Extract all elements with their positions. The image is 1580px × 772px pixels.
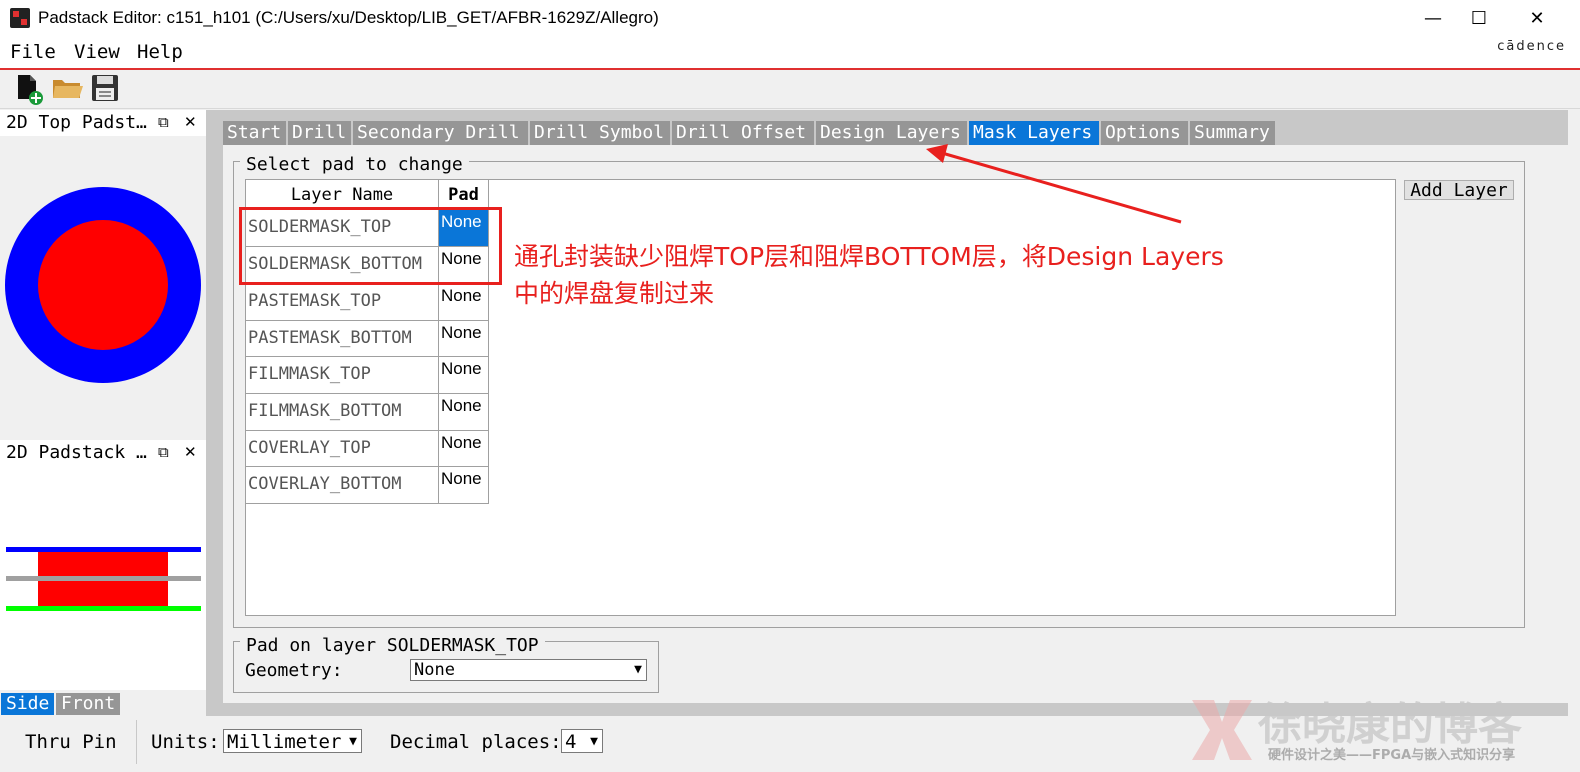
layer-name-cell[interactable]: PASTEMASK_TOP [246,284,439,321]
watermark-logo-icon [1192,700,1252,760]
side-view-title-text: 2D Padstack … [6,442,147,463]
side-view-panel: 2D Padstack … ⧉ ✕ Side Front [0,440,206,716]
tab-front[interactable]: Front [56,693,121,715]
tab-design-layers[interactable]: Design Layers [816,121,967,145]
tab-start[interactable]: Start [223,121,286,145]
top-view-canvas [0,136,206,436]
layer-name-cell[interactable]: PASTEMASK_BOTTOM [246,321,439,357]
tab-drill-offset[interactable]: Drill Offset [672,121,814,145]
pad-cell[interactable]: None [439,431,489,467]
minimize-button[interactable]: — [1410,0,1456,38]
cadence-logo: cādence [1497,39,1566,54]
pad-cell[interactable]: None [439,357,489,394]
close-icon[interactable]: ✕ [184,113,197,131]
splitter[interactable] [206,110,214,716]
watermark-subtitle: 硬件设计之美——FPGA与嵌入式知识分享 [1268,748,1516,763]
units-select-value: Millimeter [227,731,342,753]
menu-bar: File View Help [0,38,1580,70]
right-border [1568,110,1580,716]
menu-help[interactable]: Help [137,41,183,63]
top-view-panel: 2D Top Padst… ⧉ ✕ [0,110,207,436]
layer-name-cell[interactable]: FILMMASK_BOTTOM [246,394,439,431]
layer-name-cell[interactable]: COVERLAY_BOTTOM [246,467,439,504]
decimal-places-label: Decimal places: [390,731,562,753]
close-icon[interactable]: ✕ [184,443,197,461]
header-pad[interactable]: Pad [439,180,489,210]
dropdown-arrow-icon: ▼ [590,734,598,749]
annotation-line-2: 中的焊盘复制过来 [514,279,715,308]
geometry-select-value: None [414,660,455,680]
menu-view[interactable]: View [74,41,120,63]
tab-secondary-drill[interactable]: Secondary Drill [353,121,528,145]
float-icon[interactable]: ⧉ [158,113,169,131]
view-tabs: Side Front [0,692,206,716]
top-view-title: 2D Top Padst… [0,110,206,136]
layer-name-cell[interactable]: COVERLAY_TOP [246,431,439,467]
dropdown-arrow-icon: ▼ [349,734,357,749]
open-folder-icon[interactable] [52,74,84,104]
annotation-line-1: 通孔封装缺少阻焊TOP层和阻焊BOTTOM层，将Design Layers [514,242,1224,271]
menu-file[interactable]: File [10,41,56,63]
bottom-layer-line [6,606,201,611]
maximize-button[interactable]: ☐ [1456,0,1502,38]
close-window-button[interactable]: ✕ [1514,0,1560,38]
pad-cell[interactable]: None [439,321,489,357]
layer-name-cell[interactable]: FILMMASK_TOP [246,357,439,394]
pad-cell[interactable]: None [439,284,489,321]
status-divider [136,720,137,764]
tab-summary[interactable]: Summary [1190,121,1275,145]
geometry-select[interactable]: None ▼ [410,659,647,681]
units-label: Units: [151,731,220,753]
app-icon [10,8,30,28]
mid-layer-line [6,576,201,581]
side-view-title: 2D Padstack … [0,440,206,466]
decimal-places-value: 4 [565,731,577,753]
top-view-drawing [5,187,201,383]
side-view-drawing [6,547,201,611]
add-layer-button[interactable]: Add Layer [1404,180,1514,201]
tab-drill[interactable]: Drill [288,121,351,145]
new-file-icon[interactable] [14,73,46,105]
tab-options[interactable]: Options [1101,121,1188,145]
watermark-title: 徐晓康的博客 [1258,699,1522,750]
drill-inner-circle [38,220,168,350]
decimal-places-select[interactable]: 4 ▼ [561,729,603,753]
save-icon[interactable] [90,73,122,105]
header-layer-name[interactable]: Layer Name [246,180,439,210]
side-view-canvas [0,466,206,690]
pin-type-label: Thru Pin [25,731,117,753]
window-title: Padstack Editor: c151_h101 (C:/Users/xu/… [38,8,659,27]
top-layer-line [6,547,201,552]
toolbar [0,70,1580,109]
float-icon[interactable]: ⧉ [158,443,169,461]
tab-drill-symbol[interactable]: Drill Symbol [530,121,670,145]
units-select[interactable]: Millimeter ▼ [223,729,362,753]
pad-on-layer-legend: Pad on layer SOLDERMASK_TOP [240,636,545,656]
title-bar: Padstack Editor: c151_h101 (C:/Users/xu/… [0,0,1580,38]
select-pad-legend: Select pad to change [240,155,469,175]
top-view-title-text: 2D Top Padst… [6,112,147,133]
dropdown-arrow-icon: ▼ [634,662,642,677]
annotation-text: 通孔封装缺少阻焊TOP层和阻焊BOTTOM层，将Design Layers 中的… [514,238,1224,312]
pad-cell[interactable]: None [439,467,489,504]
highlight-box [239,207,502,285]
tab-mask-layers[interactable]: Mask Layers [969,121,1099,145]
pad-cell[interactable]: None [439,394,489,431]
tab-side[interactable]: Side [1,693,55,715]
geometry-label: Geometry: [245,660,343,681]
